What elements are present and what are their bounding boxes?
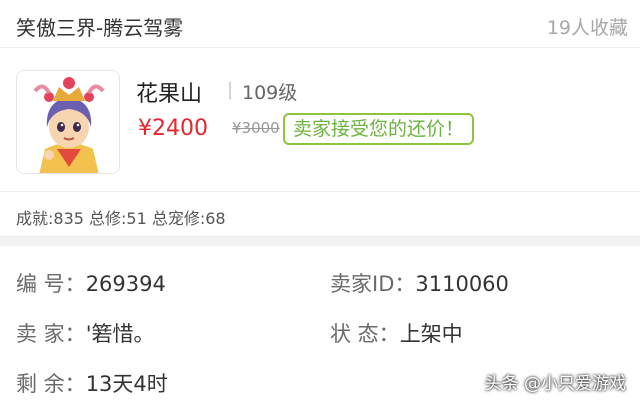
detail-id-label: 编 号： bbox=[16, 272, 86, 296]
detail-id-row: 编 号：269394 bbox=[16, 268, 166, 298]
listing-title: 笑傲三界-腾云驾雾 bbox=[16, 16, 184, 40]
listing-header: 笑傲三界-腾云驾雾 19人收藏 bbox=[0, 0, 640, 48]
detail-seller-value[interactable]: '箬惜。 bbox=[86, 322, 155, 346]
offer-badge: 卖家接受您的还价！ bbox=[283, 113, 475, 145]
character-avatar-icon bbox=[16, 70, 120, 174]
section-divider bbox=[0, 236, 640, 246]
divider: | bbox=[227, 79, 234, 100]
detail-remaining-label: 剩 余： bbox=[16, 372, 86, 396]
original-price: ¥3000 bbox=[232, 119, 280, 137]
detail-remaining-row: 剩 余：13天4时 bbox=[16, 368, 168, 398]
detail-remaining-value: 13天4时 bbox=[85, 372, 168, 396]
detail-seller-row: 卖 家：'箬惜。 bbox=[16, 318, 154, 348]
detail-seller-id-value: 3110060 bbox=[415, 272, 509, 296]
detail-seller-id-label: 卖家ID： bbox=[330, 272, 416, 296]
detail-seller-label: 卖 家： bbox=[16, 322, 86, 346]
detail-status-row: 状 态：上架中 bbox=[330, 318, 463, 348]
character-card[interactable]: 花果山 | 109级 ¥2400 ¥3000 卖家接受您的还价！ bbox=[0, 48, 640, 192]
character-level: 109级 bbox=[242, 82, 298, 104]
favorites-count[interactable]: 19人收藏 bbox=[547, 13, 628, 40]
detail-id-value: 269394 bbox=[85, 272, 166, 296]
sale-price: ¥2400 bbox=[138, 116, 208, 141]
character-stats: 成就:835 总修:51 总宠修:68 bbox=[16, 209, 226, 228]
detail-seller-id-row: 卖家ID：3110060 bbox=[330, 268, 509, 298]
detail-status-value: 上架中 bbox=[399, 322, 463, 346]
server-name: 花果山 bbox=[136, 82, 203, 107]
detail-status-label: 状 态： bbox=[330, 322, 400, 346]
watermark: 头条 @小只爱游戏 bbox=[484, 374, 626, 394]
